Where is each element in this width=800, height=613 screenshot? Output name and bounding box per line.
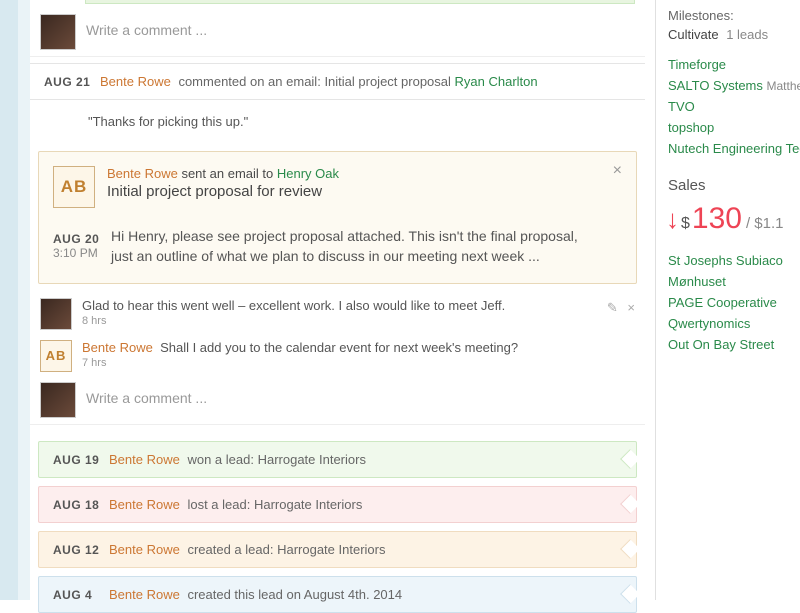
avatar bbox=[40, 14, 76, 50]
email-verb: sent an email to bbox=[181, 166, 273, 181]
email-card: × AB Bente Rowe sent an email to Henry O… bbox=[38, 151, 637, 284]
sales-heading: Sales bbox=[656, 159, 800, 198]
sidebar-link[interactable]: PAGE Cooperative bbox=[656, 292, 800, 313]
lead-event[interactable]: AUG 18Bente Rowe lost a lead: Harrogate … bbox=[38, 486, 637, 523]
close-icon[interactable]: × bbox=[613, 162, 622, 180]
reply-meta: 8 hrs bbox=[82, 315, 637, 327]
event-date: AUG 19 bbox=[53, 453, 109, 467]
avatar-initials: AB bbox=[53, 166, 95, 208]
lead-event[interactable]: AUG 12Bente Rowe created a lead: Harroga… bbox=[38, 531, 637, 568]
event-lead: Harrogate Interiors bbox=[277, 542, 385, 557]
milestones-heading: Milestones: bbox=[656, 6, 800, 27]
event-link[interactable]: Ryan Charlton bbox=[455, 74, 538, 89]
email-subject: Initial project proposal for review bbox=[107, 183, 339, 200]
sales-value: ↓ $ 130 / $1.1 bbox=[656, 198, 800, 242]
activity-event[interactable]: AUG 21 Bente Rowe commented on an email:… bbox=[30, 63, 645, 100]
sidebar: Milestones: Cultivate 1 leads TimeforgeS… bbox=[655, 0, 800, 600]
event-action: won a lead: bbox=[187, 452, 254, 467]
sidebar-link[interactable]: Mønhuset bbox=[656, 271, 800, 292]
event-action: created a lead: bbox=[187, 542, 273, 557]
event-author[interactable]: Bente Rowe bbox=[109, 587, 180, 602]
quote-text: "Thanks for picking this up." bbox=[88, 108, 645, 143]
event-author[interactable]: Bente Rowe bbox=[109, 452, 180, 467]
event-date: AUG 21 bbox=[44, 75, 100, 89]
avatar bbox=[40, 298, 72, 330]
event-author[interactable]: Bente Rowe bbox=[109, 542, 180, 557]
reply-author[interactable]: Bente Rowe bbox=[82, 340, 153, 355]
sidebar-link[interactable]: St Josephs Subiaco bbox=[656, 250, 800, 271]
avatar bbox=[40, 382, 76, 418]
event-date: AUG 18 bbox=[53, 498, 109, 512]
sidebar-link[interactable]: Timeforge bbox=[656, 54, 800, 75]
sidebar-link[interactable]: topshop bbox=[656, 117, 800, 138]
close-icon[interactable]: × bbox=[627, 300, 635, 315]
email-author[interactable]: Bente Rowe bbox=[107, 166, 178, 181]
event-subject: Initial project proposal bbox=[324, 74, 450, 89]
reply-text: Shall I add you to the calendar event fo… bbox=[160, 340, 518, 355]
comment-composer-bottom bbox=[30, 376, 645, 424]
email-recipient[interactable]: Henry Oak bbox=[277, 166, 339, 181]
milestone-item[interactable]: Cultivate 1 leads bbox=[656, 27, 800, 44]
sidebar-link[interactable]: SALTO Systems Matthew bbox=[656, 75, 800, 96]
reply-row: AB Bente Rowe Shall I add you to the cal… bbox=[30, 334, 645, 376]
event-date: AUG 4 bbox=[53, 588, 109, 602]
event-author[interactable]: Bente Rowe bbox=[100, 74, 171, 89]
event-author[interactable]: Bente Rowe bbox=[109, 497, 180, 512]
comment-input[interactable] bbox=[86, 14, 645, 46]
reply-text: Glad to hear this went well – excellent … bbox=[82, 298, 505, 313]
avatar-initials: AB bbox=[40, 340, 72, 372]
edit-icon[interactable]: ✎ bbox=[607, 300, 618, 315]
email-time: 3:10 PM bbox=[53, 246, 99, 260]
sidebar-link[interactable]: Qwertynomics bbox=[656, 313, 800, 334]
event-action: commented on an email: bbox=[178, 74, 320, 89]
email-date: AUG 20 bbox=[53, 232, 99, 246]
lead-event[interactable]: AUG 4Bente Rowe created this lead on Aug… bbox=[38, 576, 637, 613]
event-date: AUG 12 bbox=[53, 543, 109, 557]
comment-input[interactable] bbox=[86, 382, 645, 414]
comment-composer-top bbox=[30, 8, 645, 56]
event-lead: Harrogate Interiors bbox=[254, 497, 362, 512]
sidebar-link[interactable]: Nutech Engineering Tech bbox=[656, 138, 800, 159]
trend-down-icon: ↓ bbox=[666, 204, 679, 235]
reply-row: Glad to hear this went well – excellent … bbox=[30, 292, 645, 334]
sidebar-link[interactable]: Out On Bay Street bbox=[656, 334, 800, 355]
sidebar-link[interactable]: TVO bbox=[656, 96, 800, 117]
event-lead: Harrogate Interiors bbox=[258, 452, 366, 467]
reply-meta: 7 hrs bbox=[82, 357, 637, 369]
event-action: created this lead on August 4th. 2014 bbox=[187, 587, 402, 602]
email-body: Hi Henry, please see project proposal at… bbox=[111, 226, 596, 267]
lead-event[interactable]: AUG 19Bente Rowe won a lead: Harrogate I… bbox=[38, 441, 637, 478]
event-action: lost a lead: bbox=[187, 497, 250, 512]
